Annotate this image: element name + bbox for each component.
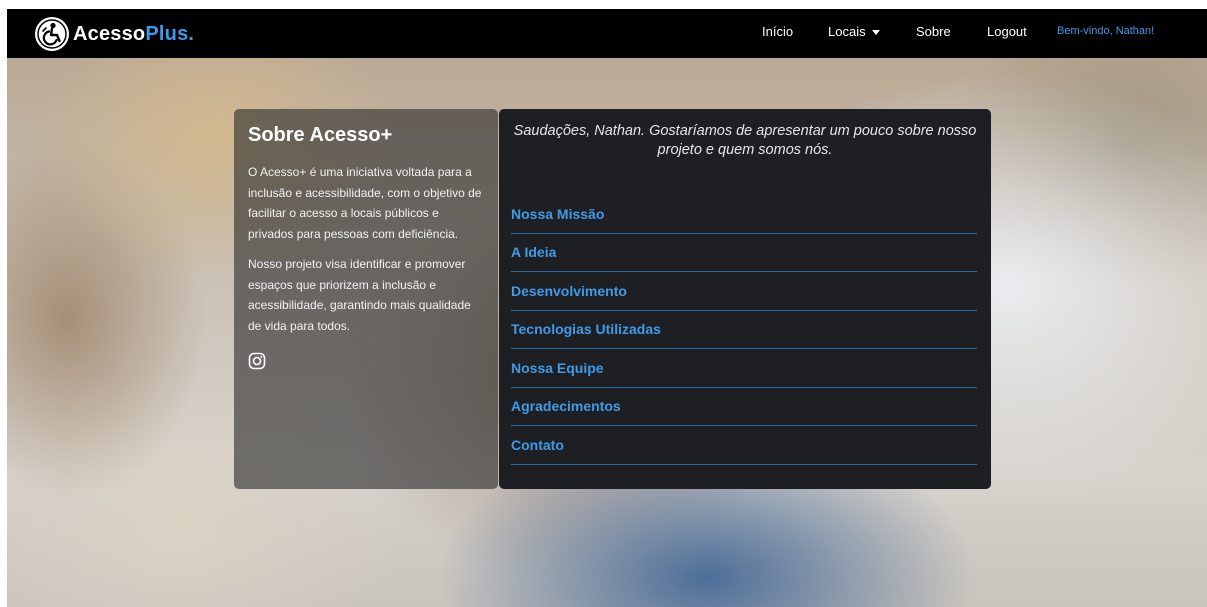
section-link-agradecimentos[interactable]: Agradecimentos xyxy=(511,388,977,426)
greeting-text: Saudações, Nathan. Gostaríamos de aprese… xyxy=(513,123,977,158)
section-link-desenvolvimento[interactable]: Desenvolvimento xyxy=(511,272,977,311)
section-link-a-ideia[interactable]: A Ideia xyxy=(511,234,977,272)
presentation-card: Saudações, Nathan. Gostaríamos de aprese… xyxy=(499,109,991,489)
section-link-contato[interactable]: Contato xyxy=(511,426,977,465)
about-paragraph: O Acesso+ é uma iniciativa voltada para … xyxy=(248,165,482,241)
accessibility-logo-icon xyxy=(35,17,69,51)
nav-link-logout[interactable]: Logout xyxy=(987,24,1027,39)
section-link-nossa-equipe[interactable]: Nossa Equipe xyxy=(511,349,977,388)
about-card: Sobre Acesso+ O Acesso+ é uma iniciativa… xyxy=(234,109,498,489)
nav-link-inicio[interactable]: Início xyxy=(762,24,793,39)
about-paragraph: Nosso projeto visa identificar e promove… xyxy=(248,257,471,333)
nav-link-locais[interactable]: Locais xyxy=(828,24,880,39)
nav-link-sobre[interactable]: Sobre xyxy=(916,24,951,39)
nav-link-locais-label: Locais xyxy=(828,24,866,39)
brand[interactable]: AcessoPlus. xyxy=(35,17,194,51)
about-title: Sobre Acesso+ xyxy=(248,124,393,146)
navbar: AcessoPlus. Início Locais Sobre Logout B… xyxy=(7,9,1207,58)
section-menu: Nossa Missão A Ideia Desenvolvimento Tec… xyxy=(511,195,977,465)
page-frame: AcessoPlus. Início Locais Sobre Logout B… xyxy=(7,9,1207,607)
section-link-nossa-missao[interactable]: Nossa Missão xyxy=(511,195,977,234)
welcome-user-link[interactable]: Bem-vindo, Nathan! xyxy=(1057,25,1154,37)
brand-name-main: Acesso xyxy=(73,22,146,45)
caret-down-icon xyxy=(871,30,880,36)
brand-name: AcessoPlus. xyxy=(73,23,194,46)
brand-name-accent: Plus. xyxy=(145,22,195,45)
instagram-icon[interactable] xyxy=(248,352,266,370)
section-link-tecnologias[interactable]: Tecnologias Utilizadas xyxy=(511,311,977,349)
